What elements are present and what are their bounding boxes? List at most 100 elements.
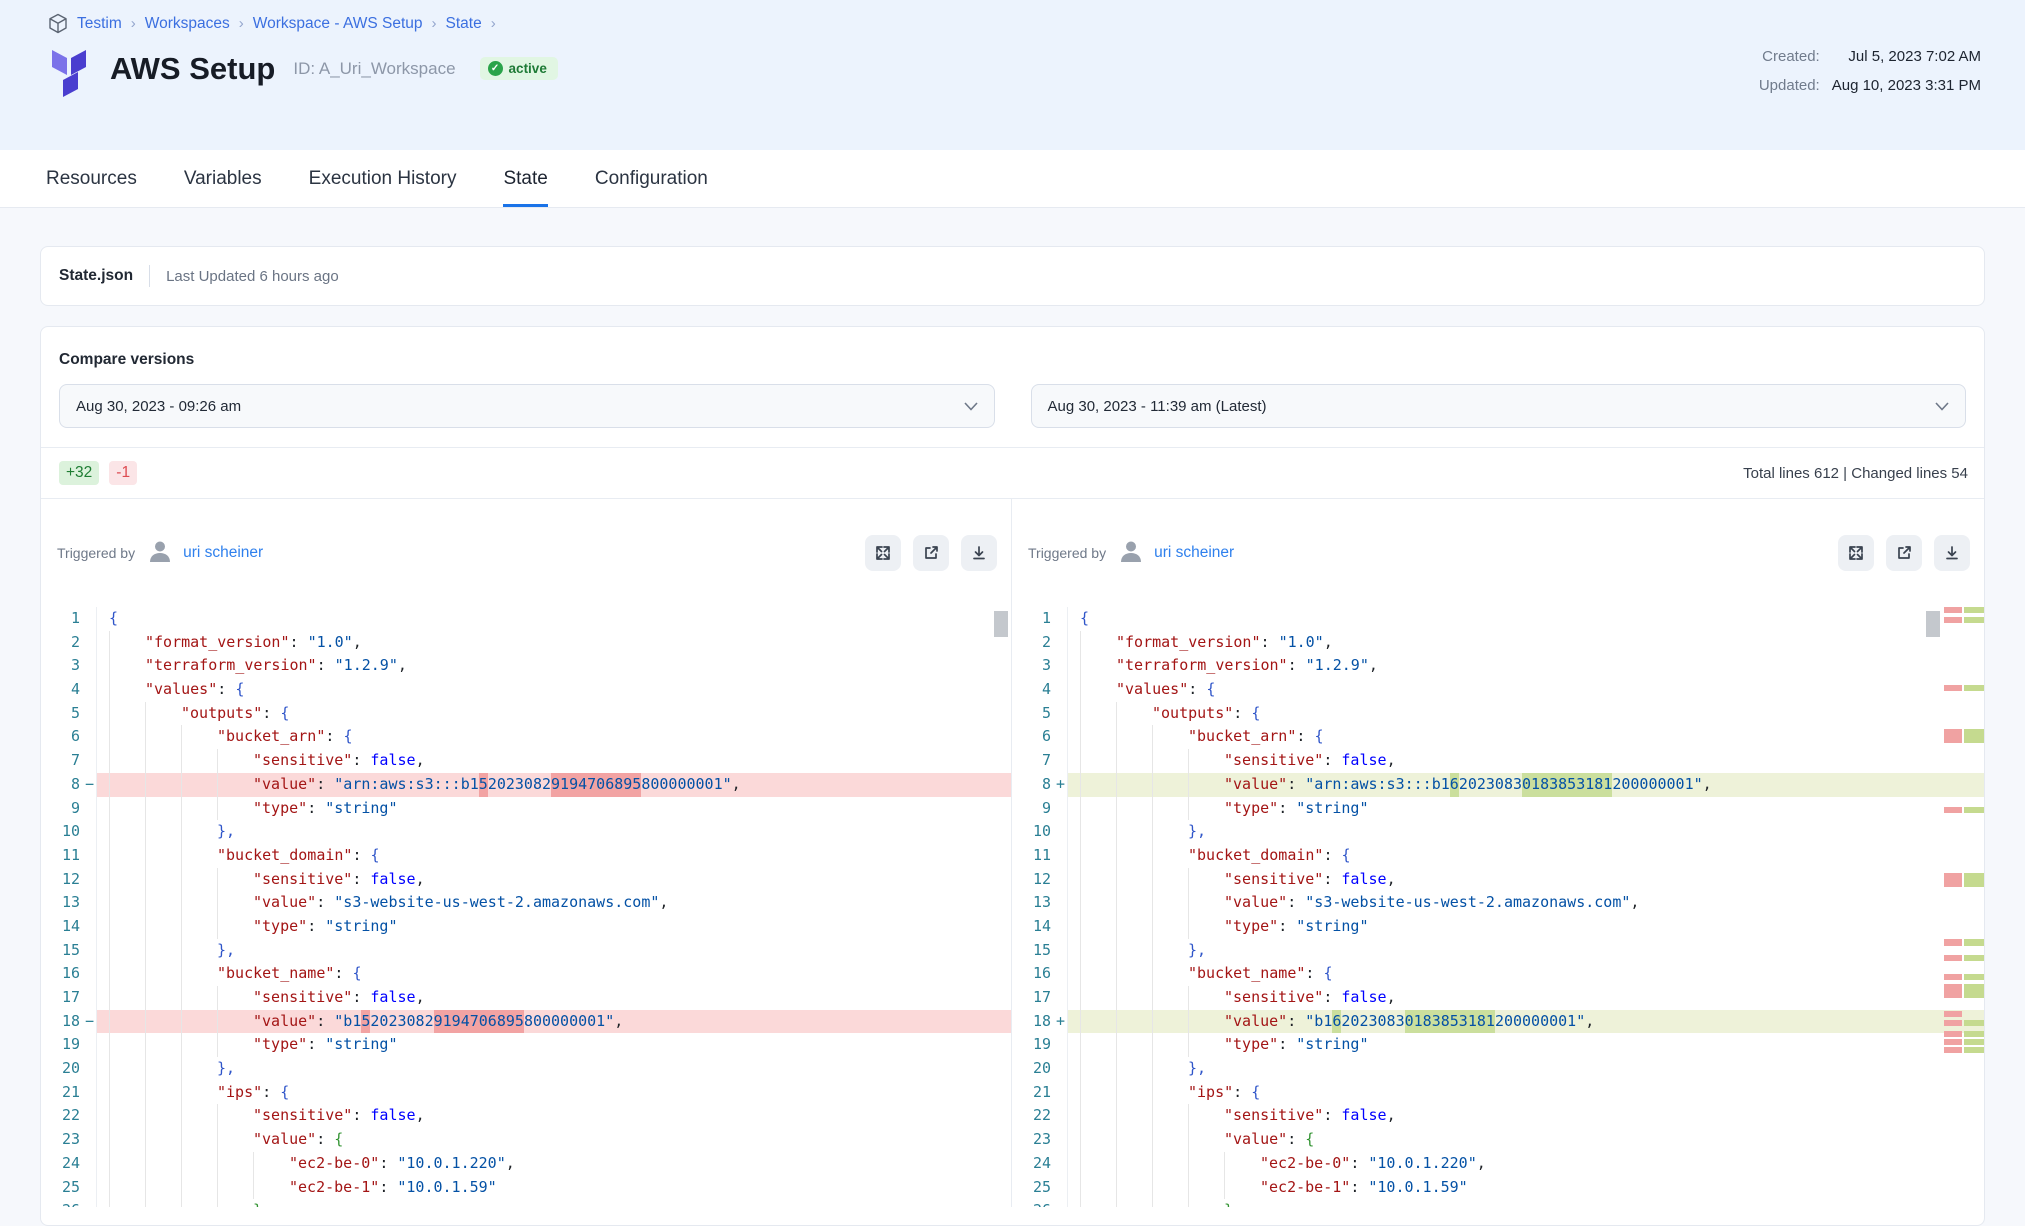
code-line: 6"bucket_arn": { [1012,725,1984,749]
expand-icon[interactable] [865,535,901,571]
ruler-mark [1944,729,1984,743]
code-line: 1{ [1012,607,1984,631]
ruler-mark [1944,607,1984,613]
code-line: 12"sensitive": false, [1012,868,1984,892]
ruler-mark [1944,1020,1984,1026]
page-content: State.json Last Updated 6 hours ago Comp… [0,246,2025,1226]
pane-actions-new [1838,535,1970,571]
updated-value: Aug 10, 2023 3:31 PM [1832,77,1981,94]
deletions-badge: -1 [109,461,137,485]
ruler-mark [1944,685,1984,691]
triggered-by-label: Triggered by [1028,545,1106,561]
code-line: 21"ips": { [1012,1081,1984,1105]
terraform-logo-icon [48,46,94,103]
code-line: 4"values": { [41,678,1011,702]
ruler-mark [1944,873,1984,887]
code-line: 10}, [41,820,1011,844]
chevron-right-icon: › [239,15,244,32]
scrollbar-thumb[interactable] [994,611,1008,637]
ruler-mark [1944,1031,1984,1037]
code-line: 25"ec2-be-1": "10.0.1.59" [1012,1176,1984,1200]
compare-card: Compare versions Aug 30, 2023 - 09:26 am… [40,326,1985,1226]
tab-state[interactable]: State [503,150,547,207]
header-band: Testim › Workspaces › Workspace - AWS Se… [0,0,2025,150]
ruler-mark [1944,955,1984,961]
download-icon[interactable] [961,535,997,571]
code-line: 6"bucket_arn": { [41,725,1011,749]
code-line: 7"sensitive": false, [1012,749,1984,773]
state-file-bar: State.json Last Updated 6 hours ago [40,246,1985,306]
code-line: 14"type": "string" [1012,915,1984,939]
code-line: 20}, [1012,1057,1984,1081]
code-line: 13"value": "s3-website-us-west-2.amazona… [41,891,1011,915]
code-line: 9"type": "string" [41,797,1011,821]
updated-label: Updated: [1759,77,1820,94]
triggered-by-user-link[interactable]: uri scheiner [183,544,263,562]
code-line: 3"terraform_version": "1.2.9", [41,654,1011,678]
download-icon[interactable] [1934,535,1970,571]
version-selectors: Aug 30, 2023 - 09:26 am Aug 30, 2023 - 1… [41,369,1984,447]
ruler-mark [1944,1047,1984,1053]
diff-stats-row: +32 -1 Total lines 612 | Changed lines 5… [41,448,1984,498]
code-line: 15}, [1012,939,1984,963]
tab-configuration[interactable]: Configuration [595,150,708,207]
chevron-down-icon [1935,402,1949,411]
tab-execution-history[interactable]: Execution History [309,150,457,207]
code-line: 11"bucket_domain": { [1012,844,1984,868]
workspace-meta: Created: Jul 5, 2023 7:02 AM Updated: Au… [1759,48,1981,94]
breadcrumb-item-workspace[interactable]: Workspace - AWS Setup [253,15,423,33]
workspace-header: AWS Setup ID: A_Uri_Workspace ✓ active C… [0,34,2025,103]
total-lines-text: Total lines 612 | Changed lines 54 [1743,465,1968,482]
expand-icon[interactable] [1838,535,1874,571]
breadcrumb-item-state[interactable]: State [446,15,482,33]
state-file-name: State.json [59,267,133,285]
chevron-down-icon [964,402,978,411]
code-line: 9"type": "string" [1012,797,1984,821]
version-select-left[interactable]: Aug 30, 2023 - 09:26 am [59,384,995,428]
scrollbar-thumb[interactable] [1926,611,1940,637]
status-label: active [509,61,547,76]
code-line: 23"value": { [41,1128,1011,1152]
code-line: 19"type": "string" [1012,1033,1984,1057]
breadcrumb-item-workspaces[interactable]: Workspaces [145,15,230,33]
ruler-mark [1944,1039,1984,1045]
version-select-right-value: Aug 30, 2023 - 11:39 am (Latest) [1048,398,1267,415]
code-line: 8−"value": "arn:aws:s3:::b15202308291947… [41,773,1011,797]
code-line: 21"ips": { [41,1081,1011,1105]
status-badge: ✓ active [480,57,558,80]
pane-header-new: Triggered by uri scheiner [1012,499,1984,607]
created-value: Jul 5, 2023 7:02 AM [1832,48,1981,65]
code-line: 17"sensitive": false, [1012,986,1984,1010]
workspace-id: ID: A_Uri_Workspace [293,46,455,92]
code-line: 1{ [41,607,1011,631]
code-line: 3"terraform_version": "1.2.9", [1012,654,1984,678]
triggered-by-user-link[interactable]: uri scheiner [1154,544,1234,562]
code-line: 16"bucket_name": { [41,962,1011,986]
ruler-mark [1944,617,1984,623]
version-select-right[interactable]: Aug 30, 2023 - 11:39 am (Latest) [1031,384,1967,428]
open-in-new-icon[interactable] [1886,535,1922,571]
diff-pane-new: Triggered by uri scheiner [1012,499,1984,1207]
code-line: 5"outputs": { [41,702,1011,726]
overview-ruler [1944,607,1984,1207]
pane-actions-old [865,535,997,571]
triggered-by-label: Triggered by [57,545,135,561]
additions-badge: +32 [59,461,99,485]
chevron-right-icon: › [432,15,437,32]
code-line: 15}, [41,939,1011,963]
code-line: 16"bucket_name": { [1012,962,1984,986]
code-line: 12"sensitive": false, [41,868,1011,892]
tab-variables[interactable]: Variables [184,150,262,207]
code-line: 26}, [41,1199,1011,1207]
code-line: 10}, [1012,820,1984,844]
code-line: 5"outputs": { [1012,702,1984,726]
tab-resources[interactable]: Resources [46,150,137,207]
user-avatar-icon [147,538,173,568]
code-editor-new: 1{2"format_version": "1.0",3"terraform_v… [1012,607,1984,1207]
open-in-new-icon[interactable] [913,535,949,571]
breadcrumb-item-testim[interactable]: Testim [77,15,122,33]
ruler-mark [1944,939,1984,946]
code-line: 22"sensitive": false, [41,1104,1011,1128]
code-line: 19"type": "string" [41,1033,1011,1057]
code-line: 8+"value": "arn:aws:s3:::b16202308301838… [1012,773,1984,797]
